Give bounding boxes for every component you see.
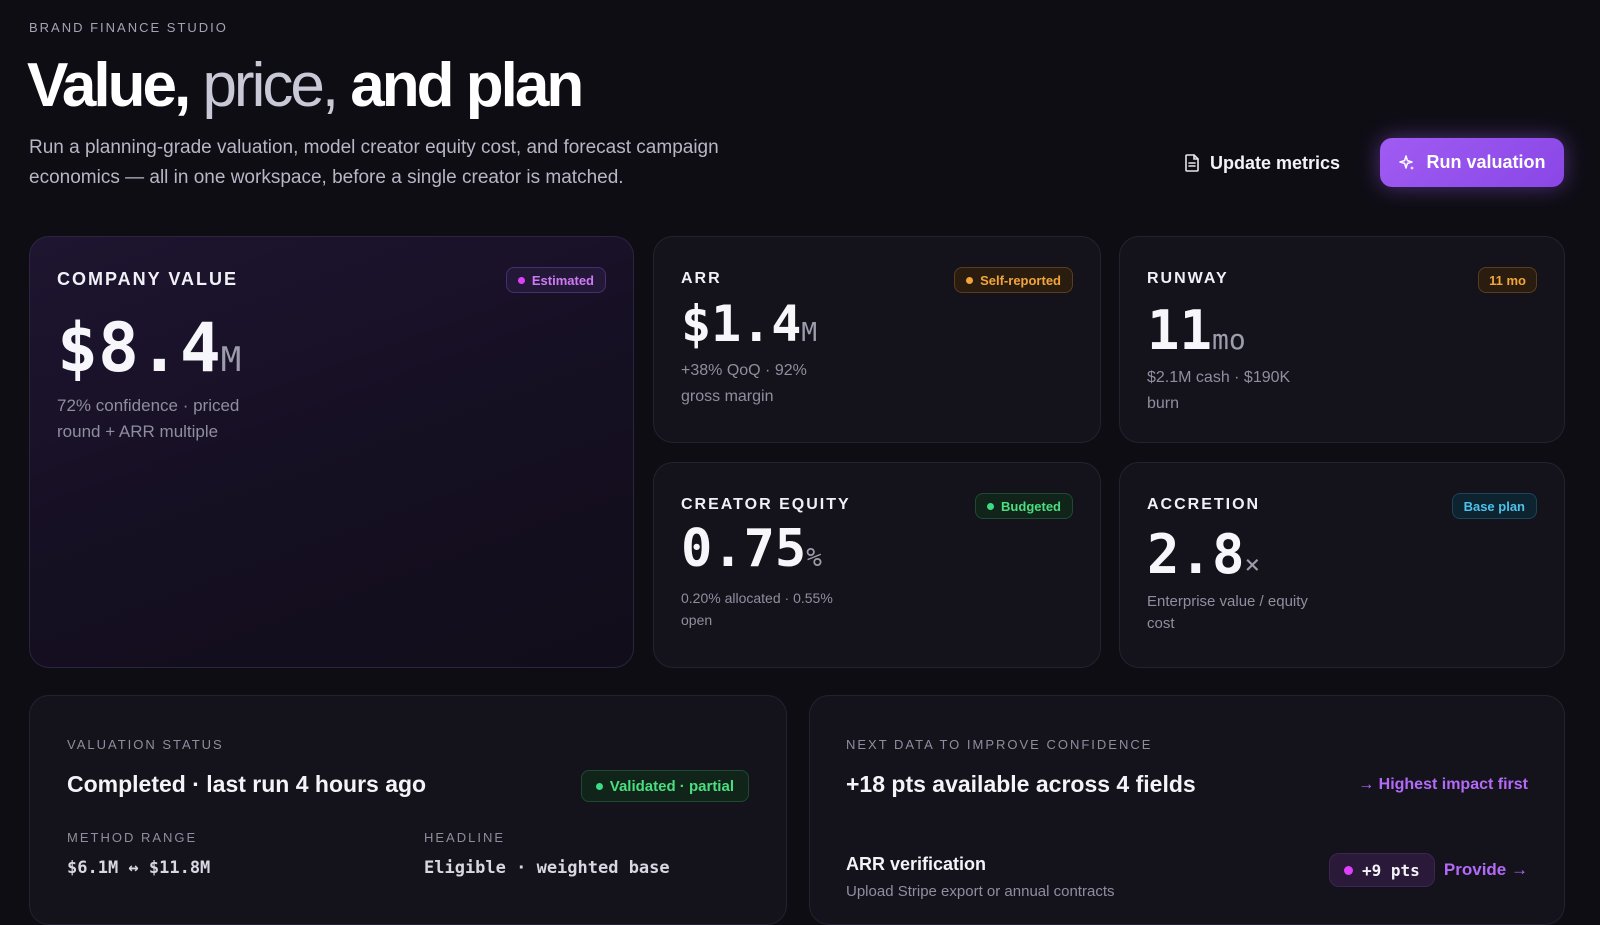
valuation-status-title: Completed · last run 4 hours ago <box>67 771 427 797</box>
runway-subtext: $2.1M cash · $190K burn <box>1147 369 1291 412</box>
value-unit: M <box>220 340 242 380</box>
valuation-status-card: VALUATION STATUS Completed · last run 4 … <box>29 695 787 925</box>
accretion-label: ACCRETION <box>1147 496 1261 513</box>
company-value-subtext: 72% confidence · priced round + ARR mult… <box>57 396 240 441</box>
page-subtitle: Run a planning-grade valuation, model cr… <box>29 137 719 188</box>
headline-label: HEADLINE <box>424 830 506 845</box>
update-metrics-button[interactable]: Update metrics <box>1184 145 1340 181</box>
value-unit: % <box>806 543 822 573</box>
company-value-label: COMPANY VALUE <box>57 269 239 289</box>
status-dot <box>1344 865 1353 875</box>
estimated-badge: Estimated <box>505 267 606 293</box>
badge-label: Estimated <box>531 272 594 288</box>
value-number: 2.8 <box>1147 523 1245 586</box>
arr-verification-title: ARR verification <box>846 854 987 874</box>
accretion-amount: 2.8× <box>1147 523 1260 586</box>
arr-subtext: +38% QoQ · 92% gross margin <box>681 362 807 405</box>
update-metrics-label: Update metrics <box>1210 152 1341 173</box>
runway-badge: 11 mo <box>1478 267 1537 293</box>
arr-label: ARR <box>681 270 722 287</box>
value-number: 0.75 <box>681 519 807 579</box>
accretion-card: ACCRETION Base plan 2.8× Enterprise valu… <box>1119 462 1565 668</box>
highest-impact-link[interactable]: → Highest impact first <box>1358 776 1528 794</box>
title-part-value: Value, <box>27 51 191 120</box>
next-data-title: +18 pts available across 4 fields <box>846 771 1196 797</box>
method-range-label: METHOD RANGE <box>67 830 198 845</box>
status-dot <box>595 782 603 790</box>
arr-card: ARR Self-reported $1.4M +38% QoQ · 92% g… <box>653 236 1101 443</box>
badge-label: Budgeted <box>1001 498 1061 514</box>
runway-amount: 11mo <box>1147 299 1246 362</box>
headline-value: Eligible · weighted base <box>424 858 670 878</box>
valuation-status-label: VALUATION STATUS <box>67 737 224 752</box>
document-icon <box>1184 154 1200 172</box>
method-range-value: $6.1M ↔ $11.8M <box>67 858 211 878</box>
next-data-card: NEXT DATA TO IMPROVE CONFIDENCE +18 pts … <box>809 695 1565 925</box>
creator-equity-subtext: 0.20% allocated · 0.55% open <box>681 590 833 628</box>
sparkle-icon <box>1398 154 1416 172</box>
base-plan-badge: Base plan <box>1451 493 1537 519</box>
creator-equity-label: CREATOR EQUITY <box>681 496 851 513</box>
validated-badge: Validated · partial <box>580 770 749 802</box>
value-number: 11 <box>1147 299 1213 362</box>
page-title: Value, price, and plan <box>27 50 584 122</box>
eyebrow: BRAND FINANCE STUDIO <box>29 20 228 35</box>
arr-amount: $1.4M <box>681 295 817 353</box>
value-unit: mo <box>1212 323 1246 356</box>
status-dot <box>517 276 525 284</box>
run-valuation-label: Run valuation <box>1426 152 1546 172</box>
badge-label: Self-reported <box>980 272 1061 288</box>
provide-button[interactable]: Provide → <box>1444 860 1528 880</box>
next-data-label: NEXT DATA TO IMPROVE CONFIDENCE <box>846 737 1153 752</box>
value-unit: M <box>801 318 818 348</box>
title-part-price: price, <box>202 51 339 120</box>
status-dot <box>966 276 974 284</box>
title-part-plan: and plan <box>350 51 584 120</box>
runway-label: RUNWAY <box>1147 270 1229 287</box>
budgeted-badge: Budgeted <box>975 493 1073 519</box>
arr-verification-desc: Upload Stripe export or annual contracts <box>846 883 1115 900</box>
pts-badge: +9 pts <box>1329 853 1435 887</box>
creator-equity-card: CREATOR EQUITY Budgeted 0.75% 0.20% allo… <box>653 462 1101 668</box>
company-value-card: COMPANY VALUE Estimated $8.4M 72% confid… <box>29 236 634 668</box>
self-reported-badge: Self-reported <box>954 267 1073 293</box>
status-dot <box>987 502 995 510</box>
pts-value: +9 pts <box>1362 860 1420 880</box>
value-number: $8.4 <box>57 309 221 388</box>
creator-equity-amount: 0.75% <box>681 519 822 579</box>
company-value-amount: $8.4M <box>57 309 241 388</box>
badge-label: 11 mo <box>1489 272 1526 288</box>
value-unit: × <box>1244 550 1261 580</box>
badge-label: Base plan <box>1463 498 1525 514</box>
value-number: $1.4 <box>681 295 802 353</box>
run-valuation-button[interactable]: Run valuation <box>1380 138 1564 187</box>
accretion-subtext: Enterprise value / equity cost <box>1147 593 1308 632</box>
runway-card: RUNWAY 11 mo 11mo $2.1M cash · $190K bur… <box>1119 236 1565 443</box>
badge-label: Validated · partial <box>609 777 734 795</box>
